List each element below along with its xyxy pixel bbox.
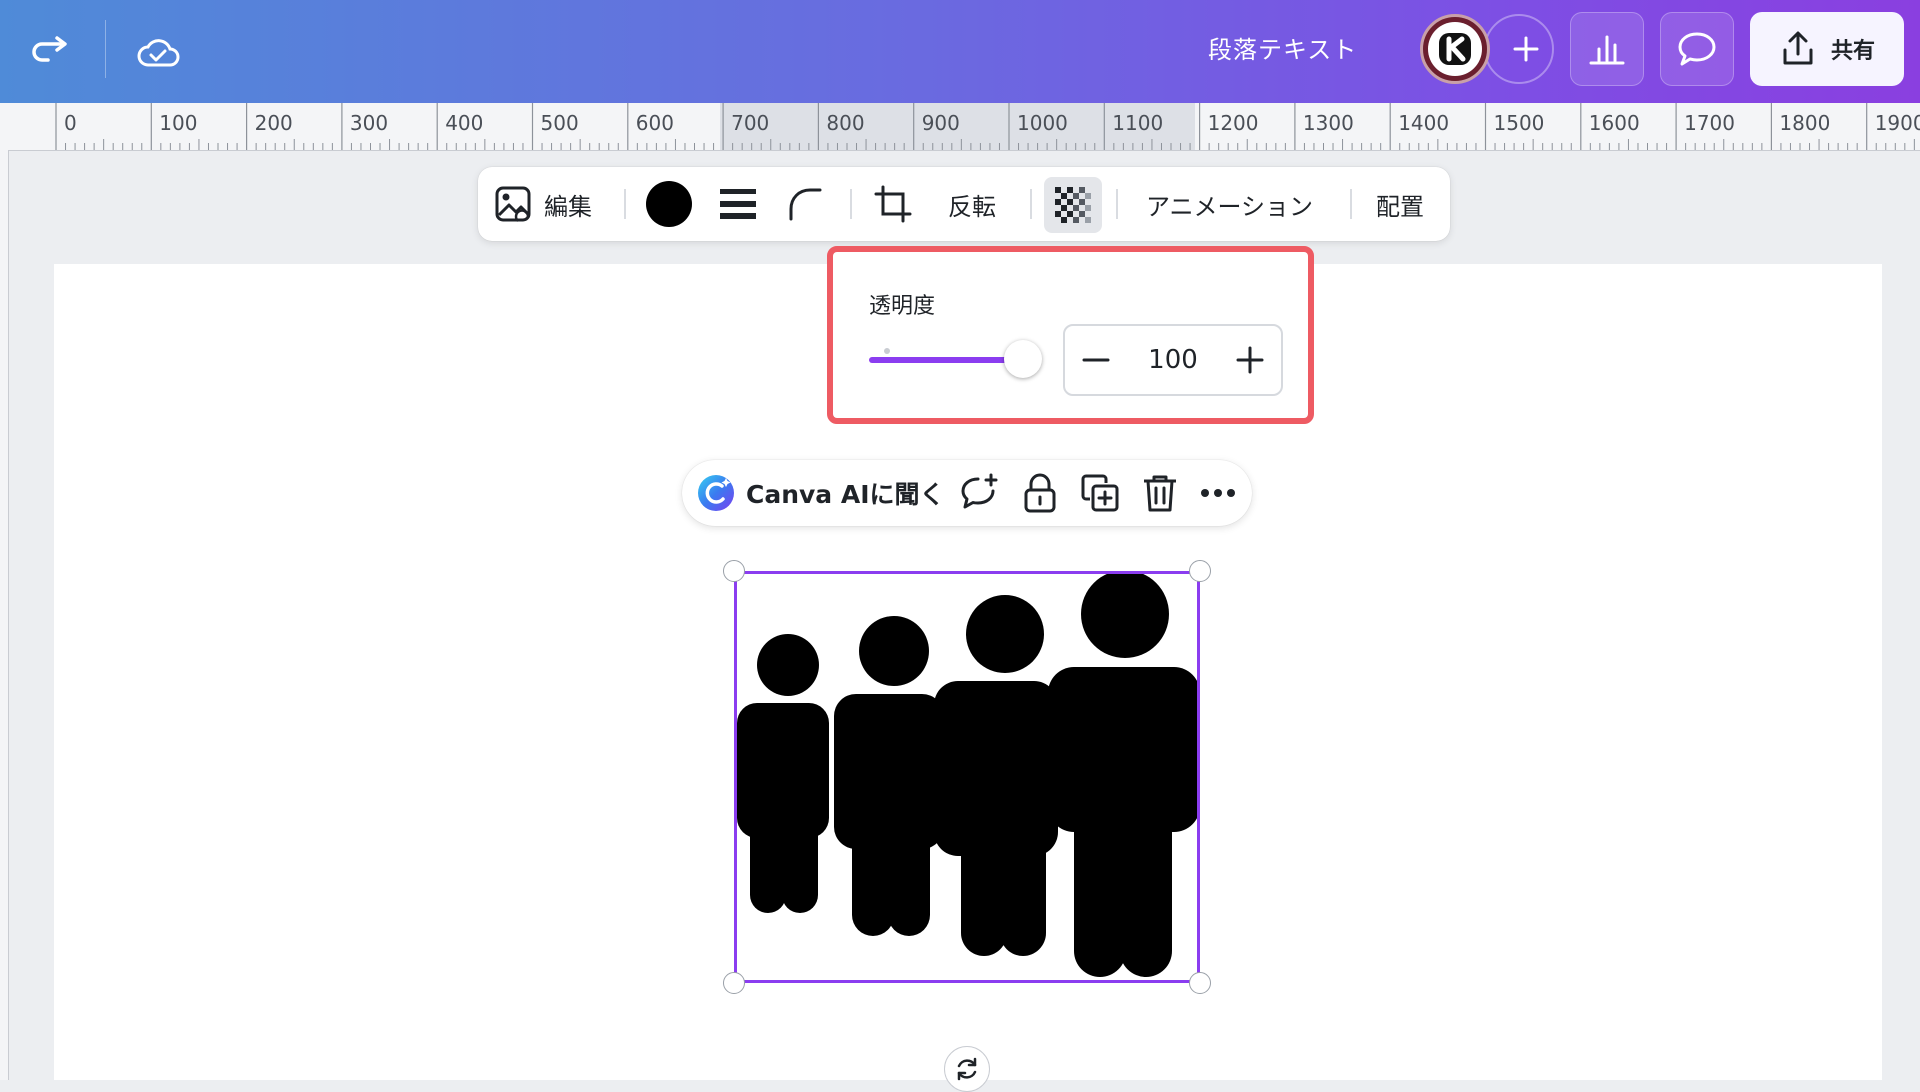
avatar[interactable] <box>1420 14 1490 84</box>
document-title[interactable]: 段落テキスト <box>1208 32 1357 68</box>
ruler-label: 1400 <box>1398 111 1450 135</box>
transparency-checker-icon <box>1055 187 1091 223</box>
comment-button[interactable] <box>1660 12 1734 86</box>
transparency-button[interactable] <box>1044 177 1102 233</box>
crop-button[interactable] <box>874 167 912 241</box>
redo-icon[interactable] <box>20 22 80 82</box>
ruler-label: 700 <box>731 111 770 135</box>
resize-handle-bottom-left[interactable] <box>723 972 745 994</box>
share-label: 共有 <box>1830 39 1875 64</box>
analytics-icon <box>1589 35 1625 65</box>
topbar-divider <box>105 20 106 78</box>
comment-icon <box>1678 32 1716 66</box>
selection-box <box>734 571 1200 983</box>
toolbar-divider <box>850 189 852 219</box>
avatar-logo-icon <box>1428 22 1482 76</box>
transparency-stepper: 100 <box>1063 324 1283 396</box>
transparency-popover: 透明度 100 <box>827 246 1314 424</box>
ruler-label: 0 <box>64 111 77 135</box>
resize-handle-top-right[interactable] <box>1189 560 1211 582</box>
element-toolbar: 編集 反転 アニメーション 配置 <box>478 167 1450 241</box>
animation-button[interactable]: アニメーション <box>1146 167 1313 241</box>
ask-canva-ai-button[interactable]: Canva AIに聞く <box>696 460 945 526</box>
ruler-label: 1000 <box>1017 111 1068 135</box>
ruler-label: 200 <box>254 111 293 135</box>
transparency-slider-track[interactable] <box>869 357 1019 363</box>
position-button[interactable]: 配置 <box>1376 167 1424 241</box>
vertical-ruler <box>0 150 9 1080</box>
slider-default-marker <box>884 348 890 354</box>
add-comment-button[interactable] <box>952 460 1008 526</box>
flip-label: 反転 <box>948 192 996 221</box>
ruler-label: 400 <box>445 111 484 135</box>
ruler-label: 800 <box>826 111 865 135</box>
cloud-saved-icon[interactable] <box>128 22 188 82</box>
duplicate-icon <box>1081 474 1119 512</box>
toolbar-divider <box>624 189 626 219</box>
flip-button[interactable]: 反転 <box>948 167 996 241</box>
animation-label: アニメーション <box>1146 192 1314 221</box>
add-icon <box>1513 36 1539 62</box>
transparency-slider-thumb[interactable] <box>1004 340 1042 378</box>
lock-icon <box>1024 473 1056 513</box>
add-collaborator-button[interactable] <box>1484 14 1554 84</box>
quick-actions-bar: Canva AIに聞く <box>682 460 1252 526</box>
toolbar-divider <box>1116 189 1118 219</box>
share-button[interactable]: 共有 <box>1750 12 1904 86</box>
edit-button[interactable]: 編集 <box>494 167 592 241</box>
canva-ai-icon <box>698 475 734 511</box>
border-style-icon <box>720 189 756 219</box>
plus-icon <box>1236 346 1264 374</box>
edit-image-icon <box>495 186 531 222</box>
ruler-label: 1200 <box>1207 111 1259 135</box>
color-swatch-button[interactable] <box>646 167 692 241</box>
ruler-label: 1100 <box>1112 111 1164 135</box>
ruler-label: 300 <box>349 111 389 135</box>
ruler-label: 1700 <box>1684 111 1735 135</box>
lock-button[interactable] <box>1012 460 1068 526</box>
increase-button[interactable] <box>1219 326 1281 394</box>
top-bar: 段落テキスト 共有 <box>0 0 1920 103</box>
more-options-button[interactable] <box>1190 460 1246 526</box>
analytics-button[interactable] <box>1570 12 1644 86</box>
ruler-label: 1300 <box>1302 111 1354 135</box>
ruler-label: 1900 <box>1874 111 1920 135</box>
rotate-handle[interactable] <box>944 1046 990 1092</box>
more-icon <box>1201 489 1235 497</box>
ruler-label: 100 <box>159 111 198 135</box>
resize-handle-top-left[interactable] <box>723 560 745 582</box>
decrease-button[interactable] <box>1065 326 1127 394</box>
color-swatch <box>646 181 692 227</box>
duplicate-button[interactable] <box>1072 460 1128 526</box>
ruler-label: 500 <box>540 111 579 135</box>
position-label: 配置 <box>1376 192 1424 221</box>
delete-button[interactable] <box>1132 460 1188 526</box>
horizontal-ruler: 0 100 200 300 400 500 600 700 800 900 1000 1100 1200… <box>0 103 1920 151</box>
ruler-label: 1600 <box>1588 111 1640 135</box>
toolbar-divider <box>1030 189 1032 219</box>
transparency-label: 透明度 <box>869 294 936 319</box>
ask-canva-ai-label: Canva AIに聞く <box>746 480 945 509</box>
border-style-button[interactable] <box>720 167 756 241</box>
crop-icon <box>874 185 912 223</box>
rotate-icon <box>957 1057 977 1081</box>
ruler-label: 1500 <box>1493 111 1545 135</box>
trash-icon <box>1144 475 1176 512</box>
edit-label: 編集 <box>544 192 592 221</box>
share-upload-icon <box>1783 31 1813 65</box>
corner-rounding-button[interactable] <box>788 167 822 241</box>
corner-rounding-icon <box>789 188 822 221</box>
add-comment-icon <box>961 473 998 509</box>
ruler-label: 1800 <box>1779 111 1831 135</box>
transparency-value-input[interactable]: 100 <box>1127 326 1219 394</box>
resize-handle-bottom-right[interactable] <box>1189 972 1211 994</box>
ruler-label: 600 <box>635 111 674 135</box>
ruler-label: 900 <box>921 111 960 135</box>
minus-icon <box>1082 358 1110 362</box>
toolbar-divider <box>1350 189 1352 219</box>
